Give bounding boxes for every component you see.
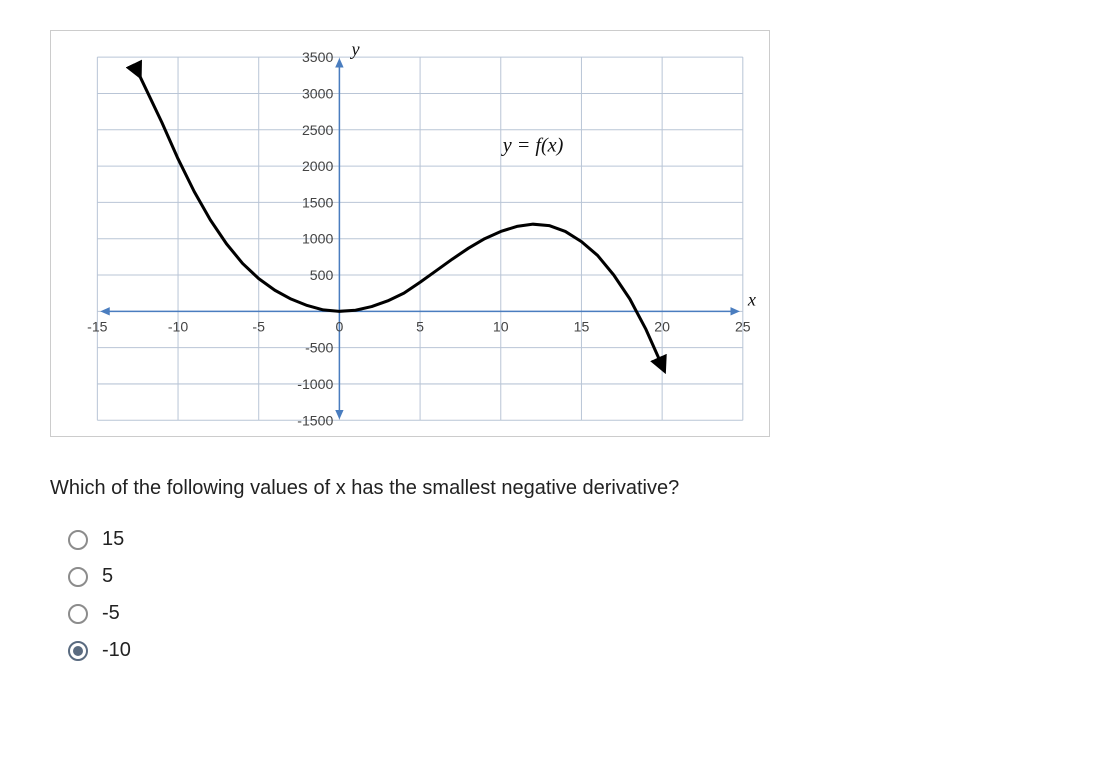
svg-text:500: 500: [310, 267, 334, 283]
svg-text:-500: -500: [305, 340, 333, 356]
svg-text:1500: 1500: [302, 194, 334, 210]
option-label: -5: [102, 602, 120, 625]
chart-grid: [97, 57, 742, 420]
svg-text:15: 15: [574, 318, 590, 334]
svg-text:-10: -10: [168, 318, 189, 334]
function-chart: -15 -10 -5 0 5 10 15 20 25 -1500 -1000 -500 500 1000 1…: [57, 37, 763, 430]
svg-text:25: 25: [735, 318, 751, 334]
svg-text:20: 20: [654, 318, 670, 334]
svg-text:y: y: [350, 39, 361, 59]
option-label: 15: [102, 528, 124, 551]
svg-text:-1500: -1500: [297, 412, 333, 428]
options-list: 15 5 -5 -10: [68, 528, 1062, 662]
svg-text:y = f(x): y = f(x): [501, 135, 564, 157]
option-label: -10: [102, 639, 131, 662]
radio-button[interactable]: [68, 567, 88, 587]
option-neg5[interactable]: -5: [68, 602, 1062, 625]
svg-text:5: 5: [416, 318, 424, 334]
svg-text:2500: 2500: [302, 122, 334, 138]
svg-text:2000: 2000: [302, 158, 334, 174]
svg-text:-5: -5: [252, 318, 265, 334]
option-5[interactable]: 5: [68, 565, 1062, 588]
svg-text:3500: 3500: [302, 49, 334, 65]
chart-labels: y x y = f(x): [350, 39, 756, 309]
option-15[interactable]: 15: [68, 528, 1062, 551]
svg-text:x: x: [747, 289, 756, 309]
option-neg10[interactable]: -10: [68, 639, 1062, 662]
question-text: Which of the following values of x has t…: [50, 477, 1062, 500]
chart-frame: -15 -10 -5 0 5 10 15 20 25 -1500 -1000 -500 500 1000 1…: [50, 30, 770, 437]
svg-text:3000: 3000: [302, 86, 334, 102]
radio-button[interactable]: [68, 530, 88, 550]
option-label: 5: [102, 565, 113, 588]
svg-text:10: 10: [493, 318, 509, 334]
svg-text:1000: 1000: [302, 231, 334, 247]
svg-text:0: 0: [335, 318, 343, 334]
svg-text:-1000: -1000: [297, 376, 333, 392]
radio-button[interactable]: [68, 604, 88, 624]
svg-text:-15: -15: [87, 318, 108, 334]
radio-button[interactable]: [68, 641, 88, 661]
